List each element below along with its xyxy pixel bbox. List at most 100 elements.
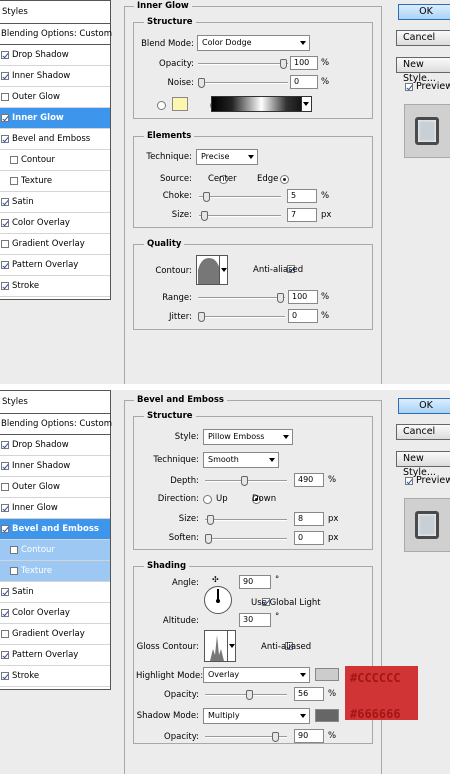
highlight-opacity-input[interactable]: 56 [294,687,324,701]
bevel-size-slider[interactable] [205,515,287,525]
blending-options-item[interactable]: Blending Options: Custom [0,24,112,45]
ok-button[interactable]: OK [398,398,450,414]
bevel-style-select[interactable]: Pillow Emboss [203,429,293,445]
soften-slider[interactable] [205,534,287,544]
style-item-outer-glow[interactable]: Outer Glow [0,87,110,108]
bevel-size-input[interactable]: 8 [294,512,324,526]
angle-input[interactable]: 90 [239,575,271,589]
range-slider[interactable] [198,293,285,303]
opacity-input[interactable]: 100 [290,56,318,70]
style-item-inner-glow[interactable]: Inner Glow [0,498,110,519]
slider-knob[interactable] [277,293,284,303]
preview-toggle[interactable]: Preview [405,475,450,486]
cancel-button[interactable]: Cancel [396,424,450,440]
shadow-color-swatch[interactable] [315,709,339,722]
style-item-stroke[interactable]: Stroke [0,666,110,687]
preview-checkbox[interactable] [405,82,413,91]
blending-options-item[interactable]: Blending Options: Custom [0,414,112,435]
choke-input[interactable]: 5 [287,189,317,203]
preview-checkbox[interactable] [405,476,413,485]
style-item-inner-shadow[interactable]: Inner Shadow [0,66,110,87]
noise-input[interactable]: 0 [290,75,318,89]
jitter-slider[interactable] [198,312,285,322]
style-item-bevel-emboss[interactable]: Bevel and Emboss [0,129,110,150]
slider-knob[interactable] [203,192,210,202]
checkbox-bevel-emboss[interactable] [1,525,9,533]
choke-slider[interactable] [199,192,281,202]
technique-select[interactable]: Precise [196,149,258,165]
style-item-drop-shadow[interactable]: Drop Shadow [0,435,110,456]
shadow-opacity-input[interactable]: 90 [294,729,324,743]
shadow-mode-select[interactable]: Multiply [203,708,310,724]
bevel-technique-select[interactable]: Smooth [203,452,279,468]
direction-up-radio[interactable] [203,495,212,504]
style-item-inner-glow[interactable]: Inner Glow [0,108,110,129]
gloss-contour-picker[interactable] [204,630,236,662]
slider-knob[interactable] [207,515,214,525]
glow-gradient-picker[interactable] [211,96,312,112]
slider-knob[interactable] [198,312,205,322]
style-item-color-overlay[interactable]: Color Overlay [0,603,110,624]
slider-knob[interactable] [198,78,205,88]
style-item-gradient-overlay[interactable]: Gradient Overlay [0,234,110,255]
highlight-mode-select[interactable]: Overlay [203,667,310,683]
ok-button[interactable]: OK [398,4,450,20]
checkbox-inner-shadow[interactable] [1,72,9,80]
checkbox-stroke[interactable] [1,282,9,290]
altitude-input[interactable]: 30 [239,613,271,627]
size-input[interactable]: 7 [287,208,317,222]
slider-knob[interactable] [280,59,287,69]
checkbox-drop-shadow[interactable] [1,441,9,449]
style-item-pattern-overlay[interactable]: Pattern Overlay [0,255,110,276]
highlight-color-swatch[interactable] [315,668,339,681]
range-input[interactable]: 100 [288,290,318,304]
slider-knob[interactable] [201,211,208,221]
checkbox-outer-glow[interactable] [1,483,9,491]
style-item-color-overlay[interactable]: Color Overlay [0,213,110,234]
style-item-contour[interactable]: Contour [0,150,110,171]
jitter-input[interactable]: 0 [288,309,318,323]
size-slider[interactable] [199,211,281,221]
checkbox-inner-glow[interactable] [1,114,9,122]
style-item-contour[interactable]: Contour [0,540,110,561]
checkbox-satin[interactable] [1,588,9,596]
style-item-satin[interactable]: Satin [0,582,110,603]
new-style-button[interactable]: New Style... [396,57,450,84]
checkbox-contour[interactable] [10,546,18,554]
style-item-texture[interactable]: Texture [0,171,110,192]
checkbox-inner-glow[interactable] [1,504,9,512]
style-item-satin[interactable]: Satin [0,192,110,213]
gloss-contour-dropdown[interactable] [227,631,235,661]
slider-knob[interactable] [241,476,248,486]
checkbox-texture[interactable] [10,177,18,185]
checkbox-bevel-emboss[interactable] [1,135,9,143]
checkbox-color-overlay[interactable] [1,219,9,227]
new-style-button[interactable]: New Style... [396,451,450,478]
cancel-button[interactable]: Cancel [396,30,450,46]
opacity-slider[interactable] [198,59,288,69]
preview-toggle[interactable]: Preview [405,81,450,92]
checkbox-color-overlay[interactable] [1,609,9,617]
style-item-outer-glow[interactable]: Outer Glow [0,477,110,498]
depth-input[interactable]: 490 [294,473,324,487]
slider-knob[interactable] [205,534,212,544]
checkbox-pattern-overlay[interactable] [1,261,9,269]
checkbox-gradient-overlay[interactable] [1,240,9,248]
glow-color-swatch[interactable] [172,97,188,111]
gradient-dropdown[interactable] [301,97,311,111]
style-item-drop-shadow[interactable]: Drop Shadow [0,45,110,66]
checkbox-outer-glow[interactable] [1,93,9,101]
style-item-inner-shadow[interactable]: Inner Shadow [0,456,110,477]
angle-dial[interactable] [204,586,232,614]
slider-knob[interactable] [272,732,279,742]
checkbox-texture[interactable] [10,567,18,575]
soften-input[interactable]: 0 [294,531,324,545]
checkbox-drop-shadow[interactable] [1,51,9,59]
checkbox-stroke[interactable] [1,672,9,680]
slider-knob[interactable] [246,690,253,700]
color-mode-radio[interactable] [157,101,166,110]
depth-slider[interactable] [205,476,287,486]
checkbox-gradient-overlay[interactable] [1,630,9,638]
highlight-opacity-slider[interactable] [205,690,287,700]
style-item-pattern-overlay[interactable]: Pattern Overlay [0,645,110,666]
